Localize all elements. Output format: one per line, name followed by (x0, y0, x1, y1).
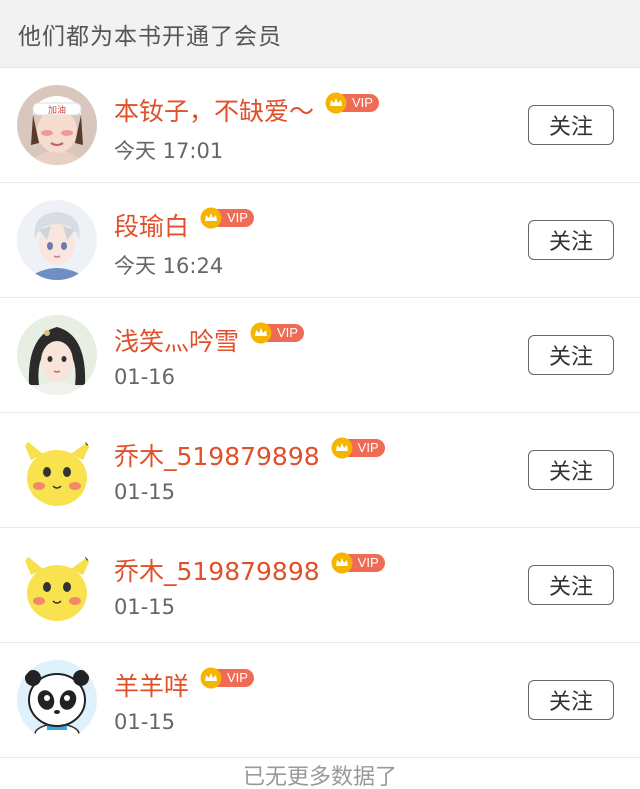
section-title: 他们都为本书开通了会员 (18, 23, 282, 50)
member-row: 浅笑灬吟雪 VIP 01-16 关注 (0, 298, 640, 413)
vip-badge: VIP (249, 322, 304, 344)
timestamp: 今天 17:01 (114, 139, 224, 163)
avatar[interactable] (17, 660, 97, 740)
member-list: 加油 本钕子，不缺爱～ VIP 今天 17:01 关注 段瑜白 VIP 今天 1… (0, 68, 640, 758)
member-row: 乔木_519879898 VIP 01-15 关注 (0, 413, 640, 528)
timestamp: 01-16 (114, 365, 176, 389)
avatar[interactable]: 加油 (17, 85, 97, 165)
follow-button[interactable]: 关注 (528, 335, 614, 375)
section-header: 他们都为本书开通了会员 (0, 0, 640, 68)
timestamp: 今天 16:24 (114, 254, 224, 278)
member-row: 乔木_519879898 VIP 01-15 关注 (0, 528, 640, 643)
member-row: 羊羊咩 VIP 01-15 关注 (0, 643, 640, 758)
member-name[interactable]: 羊羊咩 (114, 667, 189, 703)
avatar[interactable] (17, 430, 97, 510)
vip-badge: VIP (330, 552, 385, 574)
avatar[interactable] (17, 545, 97, 625)
vip-badge: VIP (330, 437, 385, 459)
member-name[interactable]: 本钕子，不缺爱～ (114, 92, 314, 128)
vip-badge: VIP (199, 667, 254, 689)
timestamp: 01-15 (114, 595, 176, 619)
follow-button[interactable]: 关注 (528, 220, 614, 260)
crown-icon (200, 207, 222, 229)
timestamp: 01-15 (114, 480, 176, 504)
member-name[interactable]: 浅笑灬吟雪 (114, 322, 239, 358)
crown-icon (325, 92, 347, 114)
follow-button[interactable]: 关注 (528, 450, 614, 490)
vip-badge: VIP (199, 207, 254, 229)
end-of-list-text: 已无更多数据了 (242, 765, 397, 789)
timestamp: 01-15 (114, 710, 176, 734)
follow-button[interactable]: 关注 (528, 565, 614, 605)
svg-text:加油: 加油 (48, 104, 66, 116)
member-name[interactable]: 乔木_519879898 (114, 552, 320, 588)
member-name[interactable]: 乔木_519879898 (114, 437, 320, 473)
crown-icon (250, 322, 272, 344)
member-name[interactable]: 段瑜白 (114, 207, 189, 243)
avatar[interactable] (17, 315, 97, 395)
crown-icon (331, 437, 353, 459)
crown-icon (331, 552, 353, 574)
follow-button[interactable]: 关注 (528, 680, 614, 720)
crown-icon (200, 667, 222, 689)
member-row: 段瑜白 VIP 今天 16:24 关注 (0, 183, 640, 298)
vip-badge: VIP (324, 92, 379, 114)
avatar[interactable] (17, 200, 97, 280)
member-row: 加油 本钕子，不缺爱～ VIP 今天 17:01 关注 (0, 68, 640, 183)
follow-button[interactable]: 关注 (528, 105, 614, 145)
member-list-page: 他们都为本书开通了会员 加油 本钕子，不缺爱～ VIP 今天 17:01 关注 … (0, 0, 640, 789)
